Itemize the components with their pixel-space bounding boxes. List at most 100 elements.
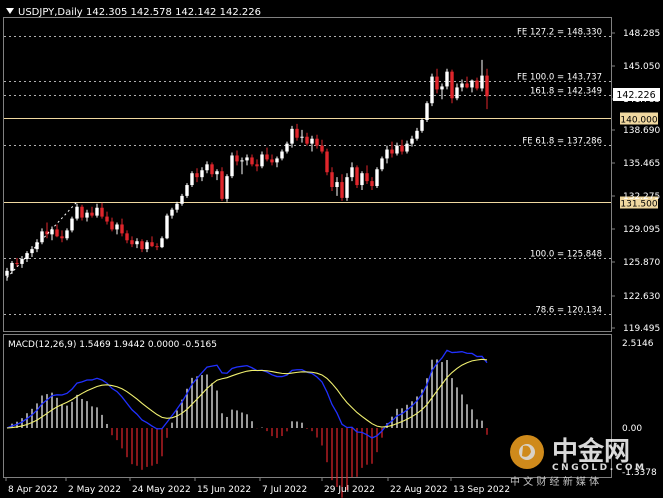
candle-body-40 xyxy=(205,164,209,171)
candle-body-86 xyxy=(435,76,439,90)
candle-body-50 xyxy=(255,164,259,167)
collapse-arrow-icon[interactable] xyxy=(6,8,14,14)
candle-body-81 xyxy=(410,138,414,144)
candle-body-90 xyxy=(455,87,459,99)
candle-body-79 xyxy=(400,145,404,152)
time-tick-3: 15 Jun 2022 xyxy=(197,485,251,495)
candle-body-46 xyxy=(235,155,239,162)
candle-body-49 xyxy=(250,157,254,165)
candle-body-36 xyxy=(185,185,189,196)
price-tick-0: 148.285 xyxy=(623,29,660,39)
candle-body-55 xyxy=(280,151,284,159)
candle-body-10 xyxy=(55,229,59,237)
current-price-tag: 142.226 xyxy=(613,88,660,101)
candle-body-37 xyxy=(190,173,194,186)
candle-body-87 xyxy=(440,86,444,90)
candle-body-0 xyxy=(5,270,9,276)
candle-body-54 xyxy=(275,158,279,163)
candle-body-82 xyxy=(415,130,419,139)
candle-body-68 xyxy=(345,177,349,198)
candle-body-12 xyxy=(65,230,69,239)
price-tick-5: 132.275 xyxy=(623,192,660,202)
candle-body-29 xyxy=(150,242,154,247)
candle-body-71 xyxy=(360,173,364,186)
candle-body-78 xyxy=(395,145,399,154)
candle-body-18 xyxy=(95,207,99,216)
candle-body-45 xyxy=(230,155,234,177)
candle-body-17 xyxy=(90,212,94,216)
candle-body-2 xyxy=(15,262,19,264)
candle-body-64 xyxy=(325,151,329,173)
cngold-watermark: 中金网 CNGOLD.COM 中 文 财 经 新 媒 体 xyxy=(510,435,644,488)
candle-body-72 xyxy=(365,173,369,182)
time-tick-6: 22 Aug 2022 xyxy=(390,485,448,495)
candle-body-62 xyxy=(315,138,319,146)
candle-body-92 xyxy=(465,83,469,88)
candle-body-39 xyxy=(200,170,204,178)
candle-body-75 xyxy=(380,158,384,170)
candle-body-53 xyxy=(270,159,274,163)
candle-body-24 xyxy=(125,233,129,241)
candle-body-4 xyxy=(25,253,29,259)
level-label-1: FE 100.0 = 143.737 xyxy=(517,73,602,83)
level-tag-label-3: 140.000 xyxy=(620,116,657,126)
candle-body-32 xyxy=(165,215,169,239)
candle-body-19 xyxy=(100,207,104,217)
level-label-6: 100.0 = 125.848 xyxy=(530,250,602,260)
time-tick-7: 13 Sep 2022 xyxy=(453,485,510,495)
candlesticks xyxy=(5,59,489,281)
time-tick-2: 24 May 2022 xyxy=(132,485,191,495)
candle-body-52 xyxy=(265,154,269,160)
candle-body-77 xyxy=(390,149,394,154)
price-tick-8: 122.630 xyxy=(623,292,660,302)
candle-body-22 xyxy=(115,224,119,230)
time-axis: 8 Apr 2022 2 May 2022 24 May 2022 15 Jun 20… xyxy=(5,477,510,495)
candle-body-67 xyxy=(340,182,344,198)
candle-body-35 xyxy=(180,195,184,204)
level-label-4: FE 61.8 = 137.286 xyxy=(522,137,602,147)
candle-body-91 xyxy=(460,83,464,88)
candle-body-48 xyxy=(245,157,249,161)
price-axis: 148.285145.050141.785138.690135.465132.2… xyxy=(611,29,660,334)
price-tick-1: 145.050 xyxy=(623,62,660,72)
candle-body-11 xyxy=(60,236,64,239)
candle-body-20 xyxy=(105,216,109,222)
level-label-0: FE 127.2 = 148.330 xyxy=(517,28,602,38)
fib-levels: FE 127.2 = 148.330 FE 100.0 = 143.737 161.… xyxy=(4,28,658,316)
main-chart-frame xyxy=(3,17,612,332)
time-tick-5: 29 Jul 2022 xyxy=(324,485,375,495)
candle-body-16 xyxy=(85,212,89,218)
price-tick-7: 125.870 xyxy=(623,258,660,268)
candle-body-61 xyxy=(310,138,314,144)
candle-body-69 xyxy=(350,167,354,178)
candle-body-63 xyxy=(320,145,324,152)
candle-body-65 xyxy=(330,172,334,188)
macd-histogram xyxy=(11,359,488,498)
candle-body-41 xyxy=(210,164,214,175)
candle-body-15 xyxy=(80,206,84,218)
candle-body-30 xyxy=(155,246,159,248)
candle-body-26 xyxy=(135,241,139,245)
trading-chart[interactable]: USDJPY,Daily 142.305 142.578 142.142 142… xyxy=(0,0,663,498)
candle-body-31 xyxy=(160,238,164,248)
candle-body-76 xyxy=(385,149,389,159)
candle-body-59 xyxy=(300,136,304,138)
level-label-2: 161.8 = 142.349 xyxy=(530,87,602,97)
candle-body-84 xyxy=(425,103,429,120)
level-label-7: 78.6 = 120.134 xyxy=(535,306,602,316)
candle-body-83 xyxy=(420,119,424,131)
candle-body-27 xyxy=(140,241,144,250)
macd-tick-zero: 0.00 xyxy=(622,424,642,434)
candle-body-70 xyxy=(355,167,359,186)
watermark-slogan: 中 文 财 经 新 媒 体 xyxy=(510,475,599,488)
candle-body-14 xyxy=(75,206,79,219)
price-tick-3: 138.690 xyxy=(623,126,660,136)
price-tick-4: 135.465 xyxy=(623,159,660,169)
candle-body-56 xyxy=(285,143,289,152)
candle-body-66 xyxy=(335,182,339,188)
candle-body-33 xyxy=(170,209,174,216)
svg-text:142.226: 142.226 xyxy=(616,90,655,101)
time-tick-1: 2 May 2022 xyxy=(68,485,121,495)
candle-body-60 xyxy=(305,136,309,144)
candle-body-44 xyxy=(225,176,229,199)
